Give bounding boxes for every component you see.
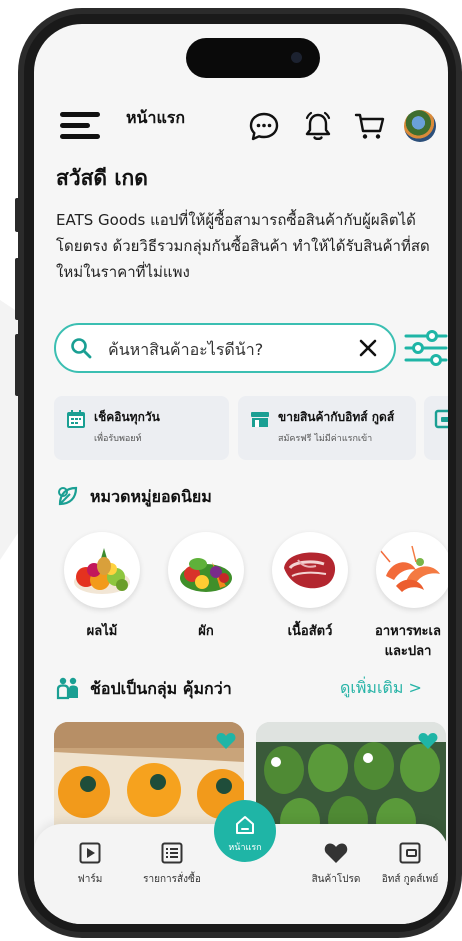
nav-orders[interactable]: รายการสั่งซื้อ <box>127 842 217 887</box>
group-people-icon <box>56 677 78 700</box>
user-avatar[interactable] <box>404 110 436 142</box>
nav-farm[interactable]: ฟาร์ม <box>45 842 135 887</box>
notification-bell-icon[interactable] <box>302 110 334 142</box>
chat-icon[interactable] <box>248 110 280 142</box>
search-bar[interactable]: ค้นหาสินค้าอะไรดีน้า? <box>54 323 396 373</box>
nav-label: รายการสั่งซื้อ <box>143 874 201 885</box>
nav-label: ฟาร์ม <box>77 874 103 885</box>
promo-checkin-card[interactable]: เช็คอินทุกวัน เพื่อรับพอยท์ <box>54 396 229 460</box>
vegetable-image <box>180 558 232 592</box>
nav-home-button[interactable]: หน้าแรก <box>214 800 276 862</box>
volume-down-button <box>15 334 20 396</box>
store-icon <box>251 412 269 427</box>
category-leaf-icon <box>58 486 78 506</box>
category-seafood-image[interactable] <box>376 532 448 608</box>
fruit-image <box>74 548 130 594</box>
clear-search-icon[interactable] <box>358 338 378 358</box>
calendar-icon <box>67 410 85 428</box>
category-label-meat: เนื้อสัตว์ <box>287 624 333 639</box>
filter-sliders-icon[interactable] <box>404 326 448 370</box>
promo-pay-card[interactable] <box>424 396 448 460</box>
page-title: หน้าแรก <box>126 108 186 127</box>
favorite-heart-icon[interactable] <box>216 732 236 750</box>
category-label-vegetable: ผัก <box>198 624 214 639</box>
home-icon <box>236 816 254 834</box>
heart-icon <box>324 843 348 863</box>
search-input[interactable]: ค้นหาสินค้าอะไรดีน้า? <box>108 338 263 363</box>
hamburger-menu-icon[interactable] <box>60 112 100 140</box>
seafood-image <box>379 545 440 592</box>
promo-sell-card[interactable]: ขายสินค้ากับอิทส์ กูดส์ สมัครฟรี ไม่มีค่… <box>238 396 416 460</box>
promo-title: ขายสินค้ากับอิทส์ กูดส์ <box>278 410 395 424</box>
volume-up-button <box>15 258 20 320</box>
section-title-group-buy: ช้อปเป็นกลุ่ม คุ้มกว่า <box>90 679 232 698</box>
category-label-fruit: ผลไม้ <box>86 624 118 639</box>
greeting: สวัสดี เกด <box>56 166 148 190</box>
category-fruit-image[interactable] <box>64 532 140 608</box>
dynamic-island <box>186 38 320 78</box>
promo-subtitle: สมัครฟรี ไม่มีค่าแรกเข้า <box>278 434 373 444</box>
action-button <box>15 198 20 232</box>
favorite-heart-icon[interactable] <box>418 732 438 750</box>
promo-title: เช็คอินทุกวัน <box>94 410 160 424</box>
wallet-icon <box>399 842 421 864</box>
wallet-icon <box>434 409 448 429</box>
search-icon <box>71 338 92 359</box>
see-more-link[interactable]: ดูเพิ่มเติม > <box>340 676 422 701</box>
app-screen: หน้าแรก สวัสดี เกด EATS Goods แอปที่ให้ผ… <box>34 24 448 924</box>
meat-image <box>284 552 336 589</box>
category-label-seafood: อาหารทะเลและปลา <box>375 624 441 659</box>
nav-favorites[interactable]: สินค้าโปรด <box>291 842 381 887</box>
app-description: EATS Goods แอปที่ให้ผู้ซื้อสามารถซื้อสิน… <box>56 211 430 281</box>
cart-icon[interactable] <box>354 110 386 142</box>
category-meat-image[interactable] <box>272 532 348 608</box>
nav-pay[interactable]: อิทส์ กูดส์เพย์ <box>369 842 448 887</box>
play-box-icon <box>79 842 101 864</box>
order-list-icon <box>161 842 183 864</box>
nav-label: สินค้าโปรด <box>311 874 361 885</box>
section-title-categories: หมวดหมู่ยอดนิยม <box>90 487 212 506</box>
nav-label: อิทส์ กูดส์เพย์ <box>381 874 439 885</box>
category-vegetable-image[interactable] <box>168 532 244 608</box>
promo-subtitle: เพื่อรับพอยท์ <box>94 434 142 444</box>
nav-label: หน้าแรก <box>228 843 262 853</box>
